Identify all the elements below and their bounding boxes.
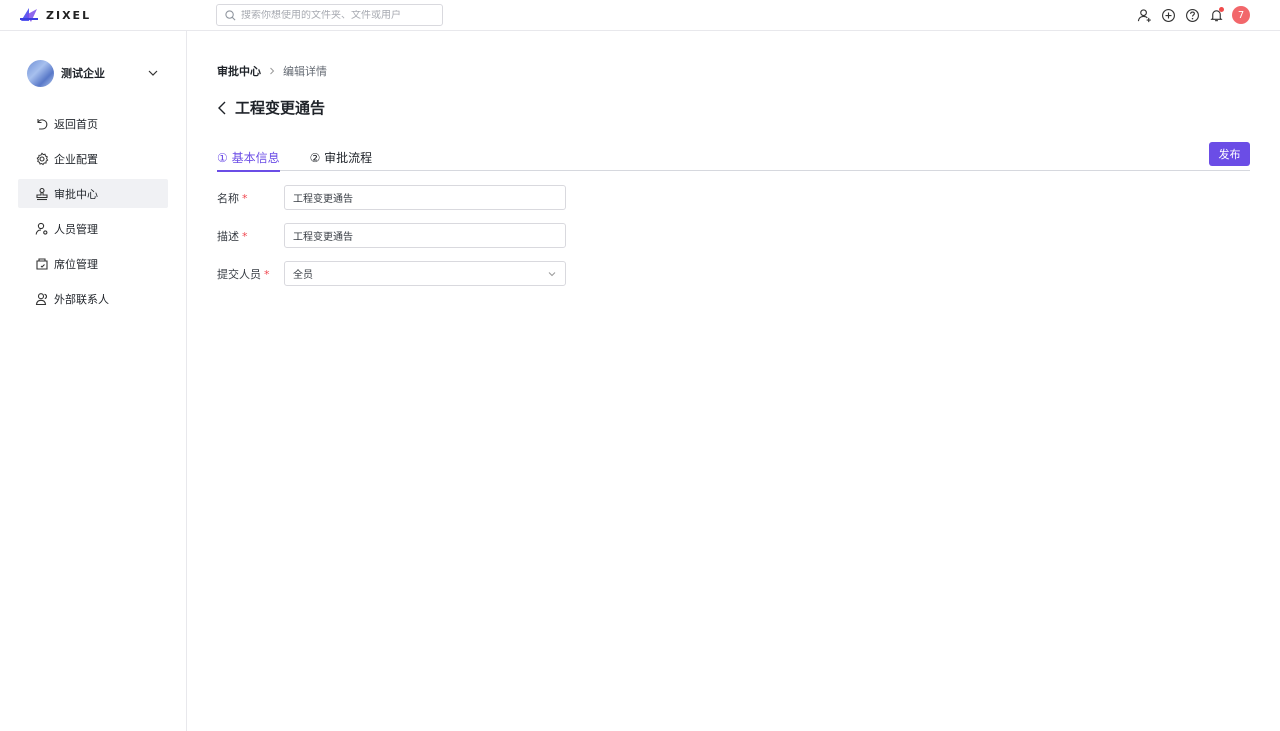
sidebar: 测试企业 返回首页 企业配置 审批中心 人员管理 席位管理 外部联系人 xyxy=(0,31,187,731)
breadcrumb-current: 编辑详情 xyxy=(283,65,327,78)
sidebar-item-label: 人员管理 xyxy=(54,222,98,236)
contacts-icon xyxy=(35,292,48,305)
org-switcher[interactable]: 测试企业 xyxy=(27,59,167,87)
form-row-submitter: 提交人员 * 全员 xyxy=(217,261,566,286)
chevron-down-icon xyxy=(148,70,158,76)
sidebar-item-enterprise-config[interactable]: 企业配置 xyxy=(18,144,168,173)
breadcrumb-root[interactable]: 审批中心 xyxy=(217,63,261,79)
description-input[interactable] xyxy=(284,223,566,248)
create-button[interactable] xyxy=(1160,7,1176,23)
stamp-icon xyxy=(36,187,48,200)
breadcrumb: 审批中心 编辑详情 xyxy=(217,63,327,79)
search-input[interactable] xyxy=(241,9,431,21)
required-mark: * xyxy=(264,267,270,281)
global-search[interactable] xyxy=(216,4,443,26)
tab-basic-info[interactable]: ① 基本信息 xyxy=(217,149,280,172)
page-title: 工程变更通告 xyxy=(235,99,326,117)
name-input[interactable] xyxy=(284,185,566,210)
sidebar-item-label: 返回首页 xyxy=(54,117,98,131)
sidebar-item-seat-management[interactable]: 席位管理 xyxy=(18,249,168,278)
sidebar-nav: 返回首页 企业配置 审批中心 人员管理 席位管理 外部联系人 xyxy=(18,109,168,319)
org-avatar xyxy=(27,59,54,87)
add-user-icon xyxy=(1137,8,1151,22)
tab-bar: ① 基本信息 ② 审批流程 xyxy=(217,149,1250,172)
name-label: 名称 * xyxy=(217,191,248,205)
basic-info-form: 名称* 描述* 提交人员* 全员 xyxy=(217,185,566,299)
notification-dot xyxy=(1219,7,1224,12)
sidebar-item-label: 审批中心 xyxy=(54,187,98,201)
submitter-label: 提交人员 * xyxy=(217,267,270,281)
org-name: 测试企业 xyxy=(61,67,105,80)
main-content: 审批中心 编辑详情 工程变更通告 ① 基本信息 ② 审批流程 发布 名称* 描述… xyxy=(187,31,1280,731)
add-user-button[interactable] xyxy=(1136,7,1152,23)
chevron-right-icon xyxy=(270,67,275,75)
page-header: 工程变更通告 xyxy=(217,97,325,118)
seat-icon xyxy=(36,257,48,270)
required-mark: * xyxy=(242,191,248,205)
chevron-down-icon xyxy=(548,271,556,276)
form-row-description: 描述 * xyxy=(217,223,566,248)
logo[interactable]: ZIXEL xyxy=(18,5,91,25)
sidebar-item-people-management[interactable]: 人员管理 xyxy=(18,214,168,243)
required-mark: * xyxy=(242,229,248,243)
user-settings-icon xyxy=(35,222,48,235)
top-actions: 7 xyxy=(1136,6,1250,24)
help-button[interactable] xyxy=(1184,7,1200,23)
back-arrow-icon[interactable] xyxy=(217,100,227,116)
form-row-name: 名称 * xyxy=(217,185,566,210)
sidebar-item-label: 席位管理 xyxy=(54,257,98,271)
plus-circle-icon xyxy=(1161,8,1175,22)
search-icon xyxy=(225,9,236,20)
notifications-button[interactable] xyxy=(1208,7,1224,23)
sidebar-item-label: 外部联系人 xyxy=(54,292,109,306)
logo-text: ZIXEL xyxy=(46,8,92,22)
description-label: 描述 * xyxy=(217,229,248,243)
top-bar: ZIXEL 搜索你想使用的文件夹、文件或用户 7 xyxy=(0,0,1280,31)
gear-icon xyxy=(36,151,49,165)
user-avatar[interactable]: 7 xyxy=(1232,6,1250,24)
return-icon xyxy=(37,118,48,130)
sidebar-item-label: 企业配置 xyxy=(54,152,98,166)
submitter-select[interactable]: 全员 xyxy=(284,261,566,286)
sidebar-item-approval-center[interactable]: 审批中心 xyxy=(18,179,168,208)
zixel-logo-icon xyxy=(20,8,38,22)
sidebar-item-external-contacts[interactable]: 外部联系人 xyxy=(18,284,168,313)
publish-button[interactable]: 发布 xyxy=(1209,142,1250,166)
submitter-value: 全员 xyxy=(293,270,313,281)
tab-approval-flow[interactable]: ② 审批流程 xyxy=(310,149,373,171)
sidebar-item-home[interactable]: 返回首页 xyxy=(18,109,168,138)
help-icon xyxy=(1185,8,1199,22)
